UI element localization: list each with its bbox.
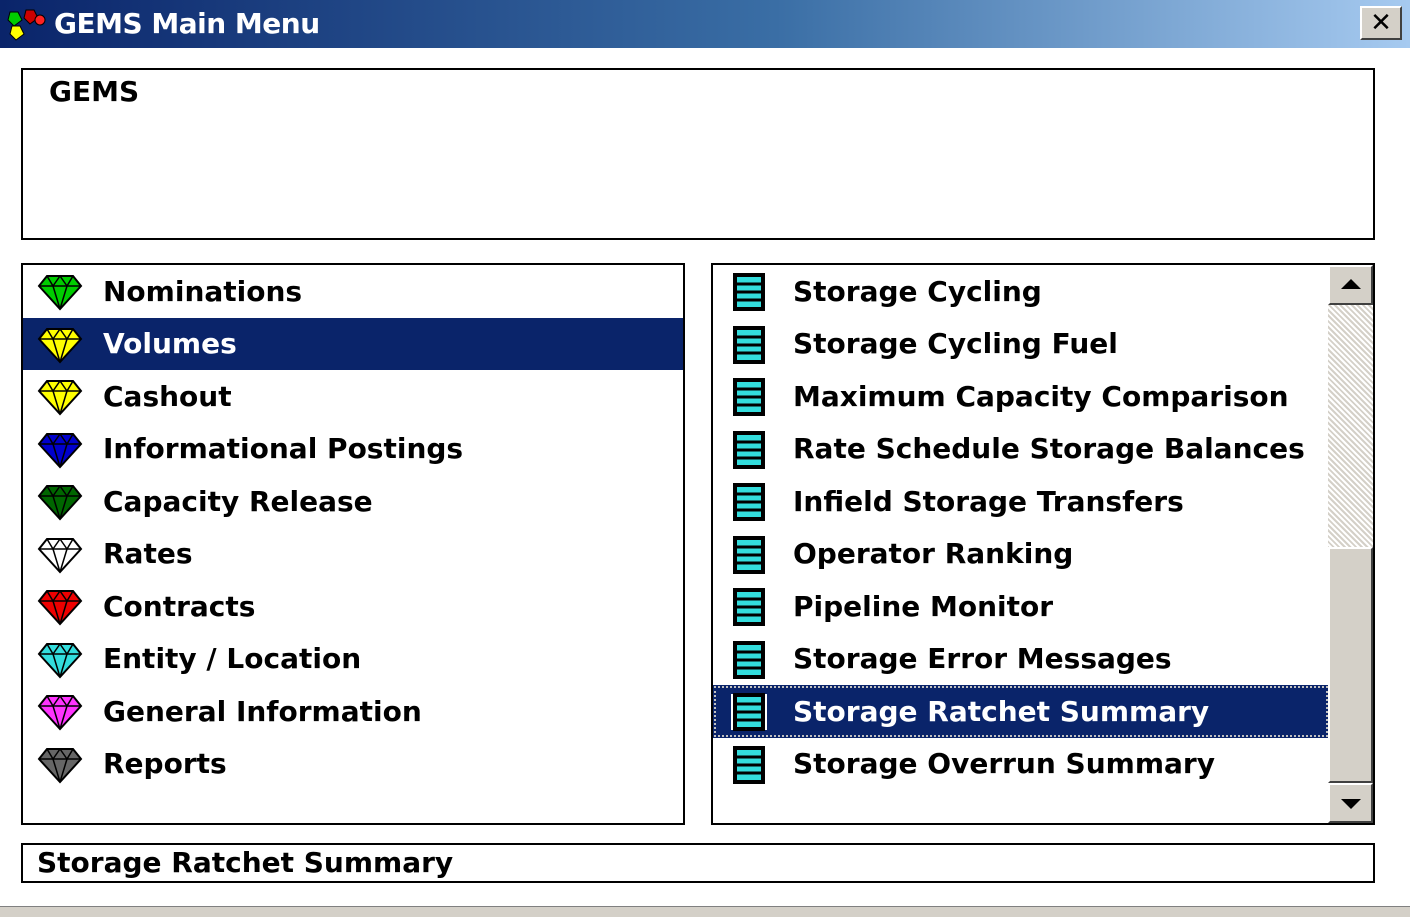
report-item[interactable]: Storage Error Messages (713, 633, 1329, 686)
close-button[interactable]: ✕ (1360, 6, 1402, 40)
header-box: GEMS (21, 68, 1375, 240)
category-label: General Information (103, 694, 422, 728)
close-icon: ✕ (1370, 8, 1392, 38)
report-list-scrollbar[interactable] (1328, 265, 1373, 823)
gem-icon (37, 747, 83, 783)
report-window-icon (733, 588, 765, 626)
gem-icon (37, 537, 83, 573)
report-window-icon (733, 535, 765, 574)
report-label: Infield Storage Transfers (793, 484, 1184, 518)
report-item[interactable]: Storage Cycling Fuel (713, 318, 1329, 371)
gems-app-icon (7, 9, 46, 41)
category-label: Contracts (103, 589, 256, 623)
gem-icon (37, 642, 83, 678)
category-label: Nominations (103, 274, 303, 308)
category-label: Volumes (103, 327, 237, 361)
category-item[interactable]: General Information (23, 685, 683, 738)
report-label: Maximum Capacity Comparison (793, 379, 1289, 413)
category-item[interactable]: Cashout (23, 370, 683, 423)
category-item[interactable]: Rates (23, 528, 683, 581)
report-item[interactable]: Infield Storage Transfers (713, 475, 1329, 528)
category-item[interactable]: Informational Postings (23, 423, 683, 476)
report-item[interactable]: Storage Cycling (713, 265, 1329, 318)
window-title: GEMS Main Menu (54, 7, 320, 40)
gem-icon (37, 695, 83, 731)
report-item[interactable]: Pipeline Monitor (713, 580, 1329, 633)
report-list[interactable]: Storage Cycling Storage Cycling Fuel Maxim… (711, 263, 1375, 825)
gem-icon (37, 275, 83, 311)
category-item[interactable]: Entity / Location (23, 633, 683, 686)
scroll-up-button[interactable] (1328, 265, 1373, 305)
report-item[interactable]: Maximum Capacity Comparison (713, 370, 1329, 423)
header-title: GEMS (49, 75, 140, 108)
report-label: Storage Cycling (793, 274, 1042, 308)
report-label: Pipeline Monitor (793, 589, 1054, 623)
report-label: Operator Ranking (793, 537, 1074, 571)
gem-icon (37, 380, 83, 416)
scroll-down-button[interactable] (1328, 783, 1373, 823)
report-window-icon (733, 430, 765, 469)
report-window-icon (733, 273, 765, 311)
title-bar[interactable]: GEMS Main Menu ✕ (0, 0, 1410, 48)
category-list[interactable]: Nominations Volumes Cashout Informational P… (21, 263, 685, 825)
category-label: Cashout (103, 379, 232, 413)
category-item[interactable]: Reports (23, 738, 683, 791)
report-label: Storage Ratchet Summary (793, 694, 1210, 728)
report-label: Storage Error Messages (793, 642, 1172, 676)
category-item[interactable]: Nominations (23, 265, 683, 318)
category-label: Rates (103, 537, 193, 571)
gem-icon (37, 432, 83, 468)
report-label: Storage Cycling Fuel (793, 327, 1118, 361)
report-label: Storage Overrun Summary (793, 747, 1215, 781)
report-item[interactable]: Rate Schedule Storage Balances (713, 423, 1329, 476)
category-item[interactable]: Volumes (23, 317, 683, 370)
report-item[interactable]: Operator Ranking (713, 528, 1329, 581)
up-arrow-icon (1341, 279, 1361, 289)
report-item[interactable]: Storage Ratchet Summary (713, 685, 1329, 738)
report-window-icon (733, 745, 765, 784)
gem-icon (37, 590, 83, 626)
gem-icon (37, 485, 83, 521)
scroll-thumb[interactable] (1328, 547, 1373, 783)
report-window-icon (733, 378, 765, 416)
category-label: Informational Postings (103, 432, 464, 466)
category-label: Capacity Release (103, 484, 373, 518)
report-item[interactable]: Storage Overrun Summary (713, 738, 1329, 791)
report-window-icon (733, 483, 765, 521)
report-label: Rate Schedule Storage Balances (793, 432, 1305, 466)
report-window-icon (733, 325, 765, 364)
category-item[interactable]: Capacity Release (23, 475, 683, 528)
down-arrow-icon (1341, 799, 1361, 809)
status-bar: Storage Ratchet Summary (21, 843, 1375, 883)
report-window-icon (731, 693, 767, 731)
status-text: Storage Ratchet Summary (37, 846, 454, 879)
category-label: Reports (103, 747, 227, 781)
window-bottom-edge (0, 906, 1410, 917)
report-window-icon (733, 640, 765, 679)
gem-icon (37, 327, 83, 363)
category-label: Entity / Location (103, 642, 362, 676)
category-item[interactable]: Contracts (23, 580, 683, 633)
